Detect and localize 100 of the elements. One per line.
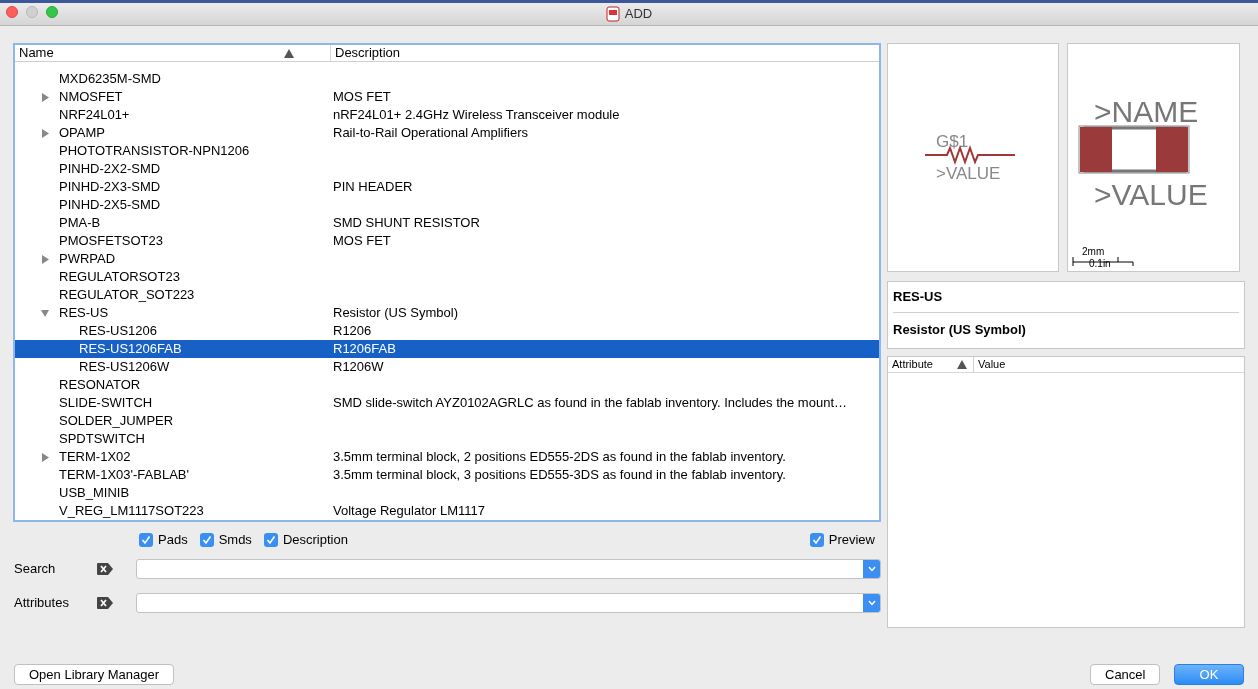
- part-name: PINHD-2X3-SMD: [59, 178, 161, 197]
- list-row[interactable]: SPDTSWITCH: [15, 430, 879, 448]
- list-row[interactable]: OPAMP Rail-to-Rail Operational Amplifiers: [15, 124, 879, 142]
- checkmark-icon: [265, 535, 276, 545]
- part-name: TERM-1X02: [59, 448, 131, 467]
- name-label: >NAME: [1094, 95, 1199, 128]
- list-row[interactable]: NMOSFET MOS FET: [15, 88, 879, 106]
- part-description: SMD SHUNT RESISTOR: [333, 215, 480, 231]
- list-row[interactable]: PINHD-2X3-SMD PIN HEADER: [15, 178, 879, 196]
- list-row[interactable]: PMA-B SMD SHUNT RESISTOR: [15, 214, 879, 232]
- part-name: REGULATORSOT23: [59, 268, 180, 287]
- list-row[interactable]: MXD6235M-SMD: [15, 70, 879, 88]
- part-description: SMD slide-switch AYZ0102AGRLC as found in the fablab inventory. Includes the mount…: [333, 395, 847, 411]
- checkmark-icon: [201, 535, 212, 545]
- value-label: >VALUE: [936, 163, 1001, 183]
- checkbox[interactable]: Smds: [199, 530, 252, 550]
- part-name: MXD6235M-SMD: [59, 70, 161, 89]
- part-name: NMOSFET: [59, 88, 123, 107]
- checkmark-icon: [141, 535, 151, 545]
- disclosure-triangle-icon[interactable]: [41, 254, 49, 264]
- part-name: PINHD-2X5-SMD: [59, 196, 161, 215]
- part-name-label: G$1: [936, 131, 969, 151]
- list-row[interactable]: RES-US1206FAB R1206FAB: [15, 340, 879, 358]
- part-name: PMA-B: [59, 214, 101, 233]
- part-description: PIN HEADER: [333, 179, 413, 195]
- checkbox[interactable]: Pads: [139, 530, 188, 550]
- part-name: PWRPAD: [59, 250, 116, 269]
- scale-bar-icon: [1072, 257, 1134, 266]
- scale-label: 0.1in: [1089, 258, 1111, 269]
- app-icon: [605, 6, 620, 22]
- part-description: R1206FAB: [333, 341, 396, 357]
- part-name: PINHD-2X2-SMD: [59, 160, 161, 179]
- part-description: MOS FET: [333, 89, 391, 105]
- part-description: MOS FET: [333, 233, 391, 249]
- part-name: RES-US1206: [79, 322, 158, 341]
- part-name: PMOSFETSOT23: [59, 232, 164, 251]
- list-row[interactable]: REGULATOR_SOT223: [15, 286, 879, 304]
- list-row[interactable]: REGULATORSOT23: [15, 268, 879, 286]
- part-description: R1206: [333, 323, 372, 339]
- close-window-button[interactable]: [6, 6, 18, 18]
- list-row[interactable]: RES-US Resistor (US Symbol): [15, 304, 879, 322]
- part-name: SPDTSWITCH: [59, 430, 145, 449]
- part-description: nRF24L01+ 2.4GHz Wireless Transceiver module: [333, 107, 620, 123]
- list-row[interactable]: SLIDE-SWITCH SMD slide-switch AYZ0102AGRLC as found in the fablab inventory. Includes the mount…: [15, 394, 879, 412]
- field-label: Search: [13, 560, 57, 579]
- part-description: R1206W: [333, 359, 384, 375]
- part-name: RES-US1206W: [79, 358, 170, 377]
- part-name: RES-US1206FAB: [79, 340, 182, 359]
- list-row[interactable]: V_REG_LM1117SOT223 Voltage Regulator LM1117: [15, 502, 879, 520]
- checkmark-icon: [811, 535, 822, 545]
- checkbox[interactable]: Preview: [809, 530, 875, 550]
- part-name: REGULATOR_SOT223: [59, 286, 195, 305]
- part-name: TERM-1X03'-FABLAB': [59, 466, 189, 485]
- part-name: V_REG_LM1117SOT223: [59, 502, 204, 520]
- column-header[interactable]: Description: [331, 45, 879, 61]
- list-row[interactable]: PHOTOTRANSISTOR-NPN1206: [15, 142, 879, 160]
- part-name: SOLDER_JUMPER: [59, 412, 174, 431]
- column-header[interactable]: Attribute: [888, 357, 974, 372]
- clear-icon[interactable]: [97, 597, 113, 609]
- window-title: ADD: [624, 5, 653, 24]
- list-row[interactable]: TERM-1X03'-FABLAB' 3.5mm terminal block, 3 positions ED555-3DS as found in the fablab inventory.: [15, 466, 879, 484]
- column-header[interactable]: Name: [15, 45, 331, 61]
- scale-label: 2mm: [1082, 246, 1105, 257]
- value-label: >VALUE: [1094, 178, 1208, 211]
- device-name: RES-US: [893, 282, 1239, 313]
- part-name: NRF24L01+: [59, 106, 130, 125]
- part-description: Resistor (US Symbol): [333, 305, 458, 321]
- part-description: Rail-to-Rail Operational Amplifiers: [333, 125, 529, 141]
- disclosure-triangle-icon[interactable]: [41, 128, 49, 138]
- device-description: Resistor (US Symbol): [893, 321, 1027, 340]
- part-name: RES-US: [59, 304, 109, 323]
- dialog-button[interactable]: Open Library Manager: [14, 664, 175, 685]
- list-row[interactable]: PINHD-2X5-SMD: [15, 196, 879, 214]
- part-description: Voltage Regulator LM1117: [333, 503, 485, 519]
- list-row[interactable]: RES-US1206 R1206: [15, 322, 879, 340]
- disclosure-triangle-icon[interactable]: [41, 452, 49, 462]
- clear-icon[interactable]: [97, 563, 113, 575]
- part-name: PHOTOTRANSISTOR-NPN1206: [59, 142, 250, 161]
- list-row[interactable]: SOLDER_JUMPER: [15, 412, 879, 430]
- list-row[interactable]: PMOSFETSOT23 MOS FET: [15, 232, 879, 250]
- part-description: 3.5mm terminal block, 2 positions ED555-2DS as found in the fablab inventory.: [333, 449, 786, 465]
- disclosure-triangle-icon[interactable]: [41, 92, 49, 102]
- part-name: SLIDE-SWITCH: [59, 394, 153, 413]
- list-row[interactable]: RES-US1206W R1206W: [15, 358, 879, 376]
- column-header[interactable]: Value: [974, 357, 1244, 372]
- zoom-window-button[interactable]: [46, 6, 58, 18]
- list-row[interactable]: USB_MINIB: [15, 484, 879, 502]
- list-row[interactable]: TERM-1X02 3.5mm terminal block, 2 positions ED555-2DS as found in the fablab inventory.: [15, 448, 879, 466]
- part-description: 3.5mm terminal block, 3 positions ED555-3DS as found in the fablab inventory.: [333, 467, 786, 483]
- checkbox[interactable]: Description: [263, 530, 348, 550]
- list-row[interactable]: RESONATOR: [15, 376, 879, 394]
- part-name: USB_MINIB: [59, 484, 130, 503]
- field-label: Attributes: [13, 594, 70, 613]
- disclosure-triangle-icon[interactable]: [41, 308, 49, 318]
- dialog-button[interactable]: Cancel: [1090, 664, 1160, 685]
- list-row[interactable]: PINHD-2X2-SMD: [15, 160, 879, 178]
- list-row[interactable]: NRF24L01+ nRF24L01+ 2.4GHz Wireless Transceiver module: [15, 106, 879, 124]
- part-name: RESONATOR: [59, 376, 141, 395]
- list-row[interactable]: PWRPAD: [15, 250, 879, 268]
- part-name: OPAMP: [59, 124, 105, 143]
